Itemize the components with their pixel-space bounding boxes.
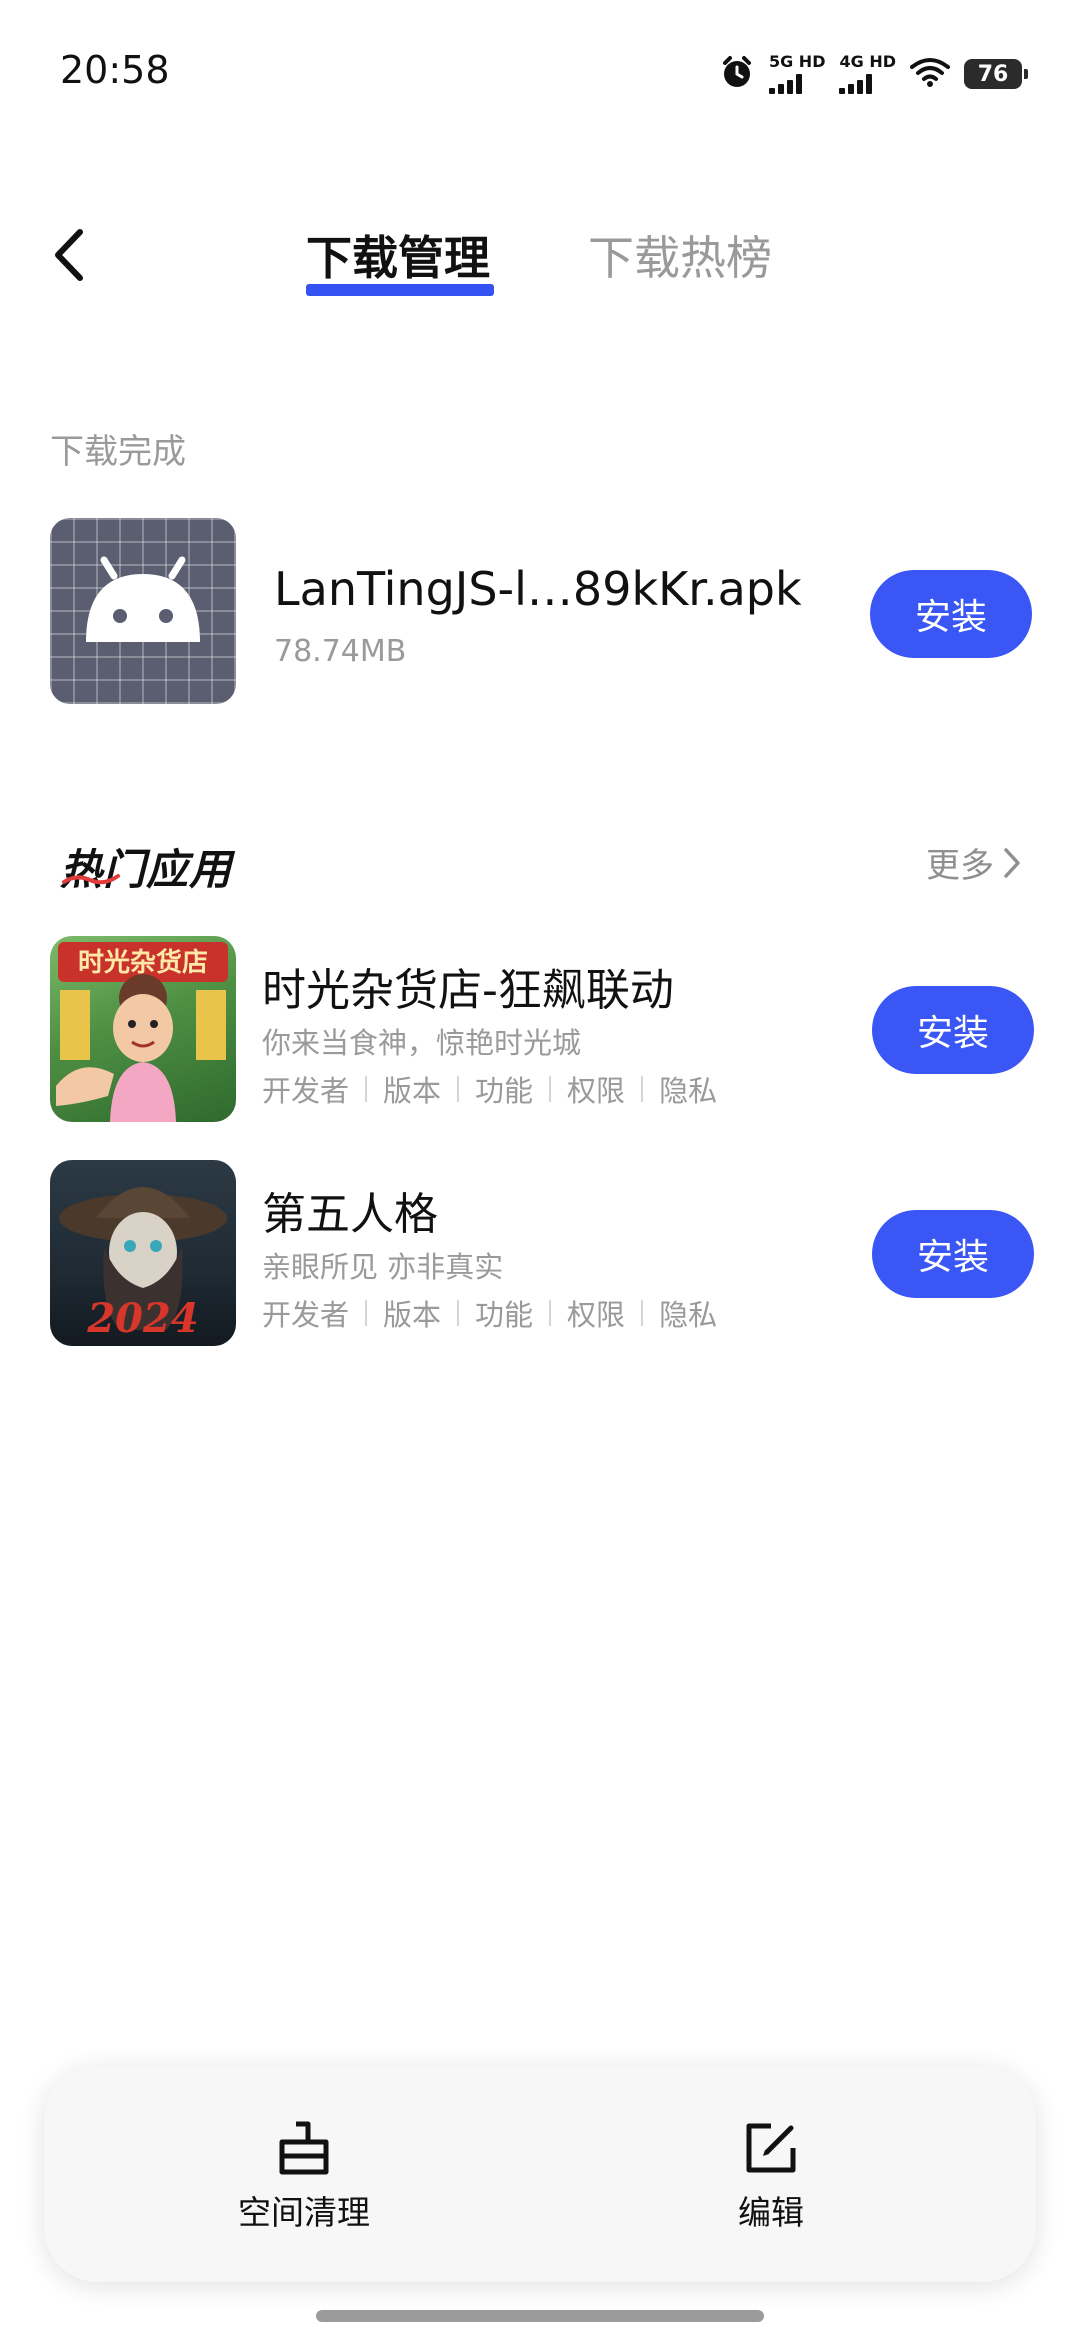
meta-developer[interactable]: 开发者 — [262, 1068, 349, 1110]
space-clean-button[interactable]: 空间清理 — [238, 2118, 370, 2234]
meta-divider — [641, 1076, 644, 1102]
edit-button[interactable]: 编辑 — [738, 2118, 804, 2234]
meta-divider — [549, 1300, 552, 1326]
meta-permissions[interactable]: 权限 — [567, 1068, 625, 1110]
battery-level: 76 — [977, 61, 1009, 87]
status-icons: 5G HD 4G HD 76 — [719, 52, 1028, 96]
install-button[interactable]: 安装 — [872, 986, 1034, 1074]
sim1-label: 5G HD — [768, 52, 826, 71]
app-description: 你来当食神，惊艳时光城 — [262, 1026, 582, 1060]
download-manager-screen: 20:58 5G HD 4G HD 76 下载管理 下载热榜 下载完成 LanT… — [0, 0, 1080, 2345]
status-bar: 20:58 5G HD 4G HD 76 — [0, 0, 1080, 120]
meta-version[interactable]: 版本 — [383, 1068, 441, 1110]
wifi-icon — [910, 56, 950, 92]
app-meta-links: 开发者 版本 功能 权限 隐私 — [262, 1068, 717, 1110]
signal-bars-icon — [839, 74, 873, 94]
signal-bars-icon — [768, 74, 802, 94]
downloaded-section-label: 下载完成 — [50, 432, 186, 472]
app-name: 时光杂货店-狂飙联动 — [262, 965, 674, 1016]
meta-version[interactable]: 版本 — [383, 1292, 441, 1334]
hot-apps-title: 热门应用 — [60, 845, 233, 894]
broom-icon — [279, 2121, 329, 2175]
active-tab-indicator — [306, 284, 494, 296]
edit-label: 编辑 — [738, 2193, 804, 2232]
status-time: 20:58 — [60, 48, 170, 92]
bottom-toolbar: 空间清理 编辑 — [44, 2066, 1036, 2282]
tab-download-hot[interactable]: 下载热榜 — [588, 222, 772, 288]
install-button[interactable]: 安装 — [870, 570, 1032, 658]
meta-divider — [365, 1076, 368, 1102]
meta-divider — [641, 1300, 644, 1326]
back-button[interactable] — [44, 225, 94, 285]
hot-app-item[interactable]: 2024 第五人格 亲眼所见 亦非真实 开发者 版本 功能 权限 隐私 安装 — [0, 1160, 1080, 1346]
hot-app-item[interactable]: 时光杂货店 时光杂货店-狂飙联动 你来当食神，惊艳时光城 开发者 版本 功能 权… — [0, 936, 1080, 1122]
meta-divider — [457, 1076, 460, 1102]
meta-permissions[interactable]: 权限 — [567, 1292, 625, 1334]
app-icon-text: 时光杂货店 — [78, 947, 208, 978]
meta-privacy[interactable]: 隐私 — [659, 1068, 717, 1110]
android-apk-icon — [50, 518, 236, 704]
meta-features[interactable]: 功能 — [475, 1068, 533, 1110]
download-item[interactable]: LanTingJS-l…89kKr.apk 78.74MB 安装 — [0, 518, 1080, 708]
edit-icon — [746, 2123, 796, 2173]
sim2-label: 4G HD — [839, 52, 896, 71]
meta-features[interactable]: 功能 — [475, 1292, 533, 1334]
sim1-signal: 5G HD — [768, 52, 826, 94]
install-button[interactable]: 安装 — [872, 1210, 1034, 1298]
battery-icon: 76 — [964, 59, 1028, 89]
more-link[interactable]: 更多 — [926, 838, 1022, 887]
hot-title-underline — [62, 874, 120, 885]
app-meta-links: 开发者 版本 功能 权限 隐私 — [262, 1292, 717, 1334]
download-file-name: LanTingJS-l…89kKr.apk — [274, 562, 802, 616]
meta-divider — [365, 1300, 368, 1326]
app-name: 第五人格 — [262, 1189, 438, 1240]
app-icon-shiguang: 时光杂货店 — [50, 936, 236, 1122]
meta-developer[interactable]: 开发者 — [262, 1292, 349, 1334]
space-clean-label: 空间清理 — [238, 2193, 370, 2232]
app-icon-text: 2024 — [86, 1295, 198, 1342]
home-indicator[interactable] — [316, 2310, 764, 2322]
meta-divider — [549, 1076, 552, 1102]
app-icon-identity-v: 2024 — [50, 1160, 236, 1346]
chevron-left-icon — [55, 229, 83, 281]
tab-download-manage[interactable]: 下载管理 — [306, 222, 490, 288]
app-description: 亲眼所见 亦非真实 — [262, 1250, 504, 1284]
meta-divider — [457, 1300, 460, 1326]
download-file-size: 78.74MB — [274, 634, 407, 669]
meta-privacy[interactable]: 隐私 — [659, 1292, 717, 1334]
sim2-signal: 4G HD — [839, 54, 896, 94]
more-label: 更多 — [926, 846, 994, 886]
chevron-right-icon — [1004, 847, 1020, 878]
alarm-icon — [719, 54, 755, 94]
